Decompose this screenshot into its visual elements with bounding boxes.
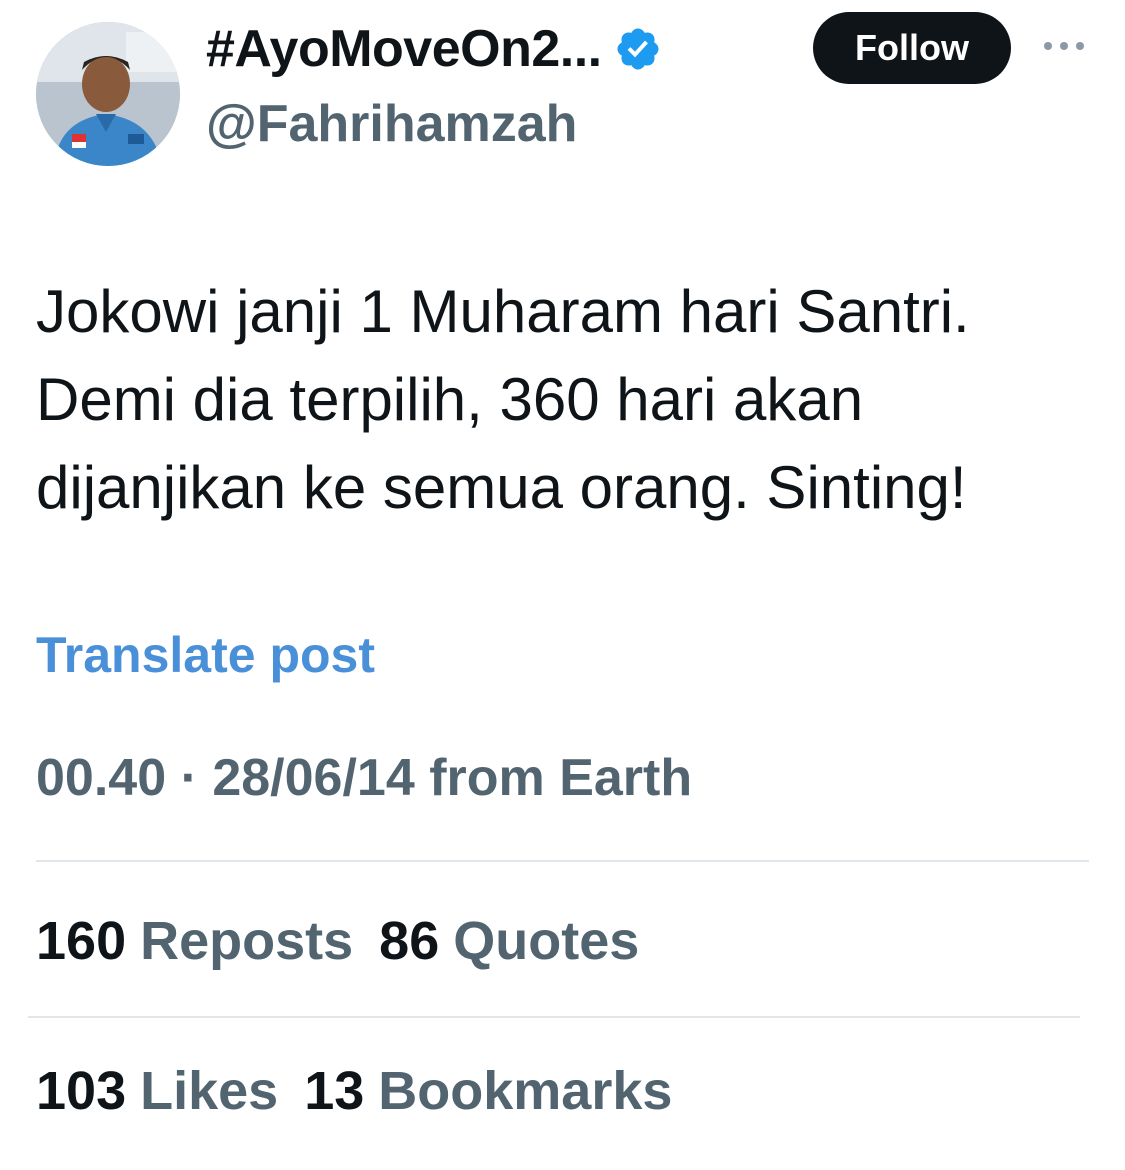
verified-badge-icon [614,25,662,73]
display-name-row: #AyoMoveOn2... [206,14,662,84]
follow-button[interactable]: Follow [813,12,1011,84]
likes-stat[interactable]: 103 Likes [36,1060,278,1122]
reposts-count: 160 [36,911,127,971]
bookmarks-stat[interactable]: 13 Bookmarks [304,1060,672,1122]
translate-post-link[interactable]: Translate post [36,626,375,684]
author-handle[interactable]: @Fahrihamzah [206,94,577,154]
reposts-stat[interactable]: 160 Reposts [36,910,353,972]
author-avatar[interactable] [36,22,180,166]
tweet-text-line: dijanjikan ke semua orang. Sinting! [36,454,967,521]
quotes-stat[interactable]: 86 Quotes [379,910,639,972]
tweet-text-line: Jokowi janji 1 Muharam hari Santri. [36,278,970,345]
avatar-photo [36,22,180,166]
stats-row-likes-bookmarks: 103 Likes 13 Bookmarks [36,1060,698,1122]
divider [36,860,1089,862]
tweet-text-line: Demi dia terpilih, 360 hari akan [36,366,864,433]
divider [28,1016,1080,1018]
quotes-label: Quotes [453,911,640,971]
tweet-header: #AyoMoveOn2... @Fahrihamzah Follow [0,0,1125,180]
bookmarks-label: Bookmarks [378,1061,673,1121]
tweet-timestamp-source[interactable]: 00.40 · 28/06/14 from Earth [36,748,692,808]
author-display-name[interactable]: #AyoMoveOn2... [206,19,602,79]
likes-count: 103 [36,1061,127,1121]
bookmarks-count: 13 [304,1061,365,1121]
tweet-body: Jokowi janji 1 Muharam hari Santri. Demi… [36,268,1086,532]
quotes-count: 86 [379,911,440,971]
more-horizontal-icon[interactable] [1040,34,1088,58]
likes-label: Likes [140,1061,279,1121]
reposts-label: Reposts [140,911,354,971]
stats-row-reposts-quotes: 160 Reposts 86 Quotes [36,910,665,972]
